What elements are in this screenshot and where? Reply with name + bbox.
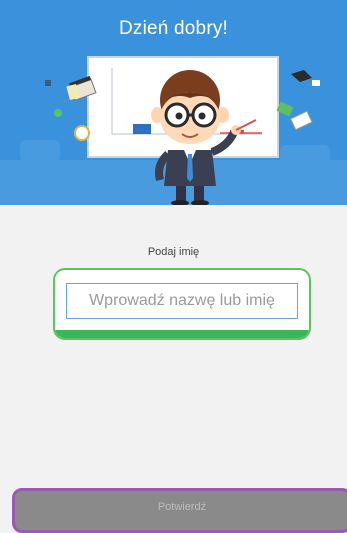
white-card-icon — [312, 80, 320, 86]
block-icon — [45, 80, 51, 86]
confirm-button[interactable]: Potwierdź — [12, 488, 347, 533]
green-book-icon — [276, 101, 294, 117]
clock-icon — [74, 125, 90, 141]
name-form: Podaj imię — [0, 205, 347, 527]
name-input-frame — [53, 268, 311, 340]
name-input[interactable] — [66, 283, 298, 319]
chart-bar — [133, 124, 151, 134]
green-ball-icon — [54, 109, 62, 117]
teacher-illustration — [0, 56, 347, 205]
paper-scroll-icon — [289, 110, 313, 131]
welcome-header: Dzień dobry! — [0, 0, 347, 205]
graduation-cap-icon — [291, 70, 312, 82]
name-field-label: Podaj imię — [147, 246, 200, 258]
